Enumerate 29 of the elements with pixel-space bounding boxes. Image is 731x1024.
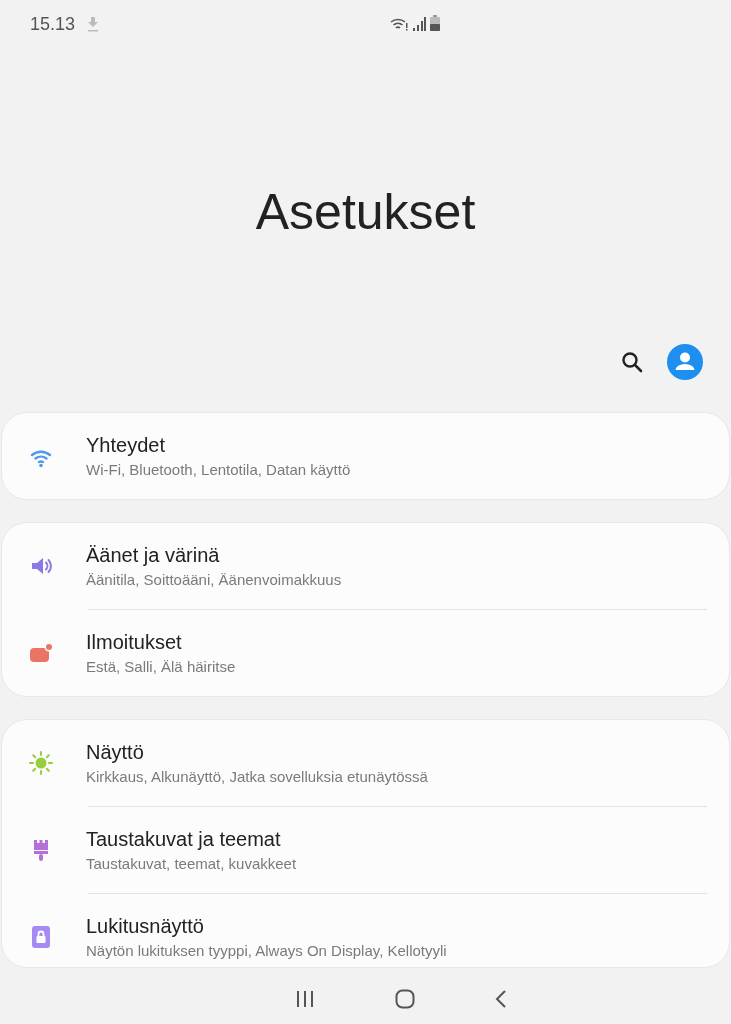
item-title: Lukitusnäyttö (86, 915, 205, 938)
item-subtitle: Äänitila, Soittoääni, Äänenvoimakkuus (86, 571, 342, 588)
settings-item[interactable]: Lukitusnäyttö Näytön lukituksen tyyppi, Always On Display, Kellotyyli (88, 893, 707, 967)
account-icon[interactable] (667, 344, 703, 380)
item-subtitle: Kirkkaus, Alkunäyttö, Jatka sovelluksia etunäytössä (86, 768, 428, 785)
item-title: Yhteydet (86, 434, 166, 457)
settings-item[interactable]: Äänet ja värinä Äänitila, Soittoääni, Äänenvoimakkuus (2, 523, 729, 609)
recent-apps-icon[interactable] (294, 989, 315, 1008)
item-title: Taustakuvat ja teemat (86, 828, 282, 851)
item-subtitle: Estä, Salli, Älä häiritse (86, 658, 236, 675)
settings-item[interactable]: Näyttö Kirkkaus, Alkunäyttö, Jatka sovelluksia etunäytössä (2, 720, 729, 806)
download-icon (87, 16, 100, 32)
item-subtitle: Taustakuvat, teemat, kuvakkeet (86, 855, 297, 872)
page-title: Asetukset (255, 183, 476, 241)
item-subtitle: Näytön lukituksen tyyppi, Always On Display, Kellotyyli (86, 942, 447, 959)
item-title: Näyttö (86, 741, 145, 764)
cell-signal-icon (412, 17, 426, 31)
home-icon[interactable] (394, 988, 415, 1009)
settings-item[interactable]: Yhteydet Wi-Fi, Bluetooth, Lentotila, Datan käyttö (2, 413, 729, 499)
search-icon[interactable] (621, 351, 643, 373)
settings-item[interactable]: Ilmoitukset Estä, Salli, Älä häiritse (88, 609, 707, 696)
item-title: Ilmoitukset (86, 631, 183, 654)
back-icon[interactable] (494, 988, 507, 1009)
item-title: Äänet ja värinä (86, 544, 221, 567)
clock: 15.13 (30, 13, 76, 35)
battery-icon (430, 15, 440, 31)
settings-item[interactable]: Taustakuvat ja teemat Taustakuvat, teemat, kuvakkeet (88, 806, 707, 893)
wifi-signal-icon (390, 17, 408, 31)
item-subtitle: Wi-Fi, Bluetooth, Lentotila, Datan käyttö (86, 461, 351, 478)
